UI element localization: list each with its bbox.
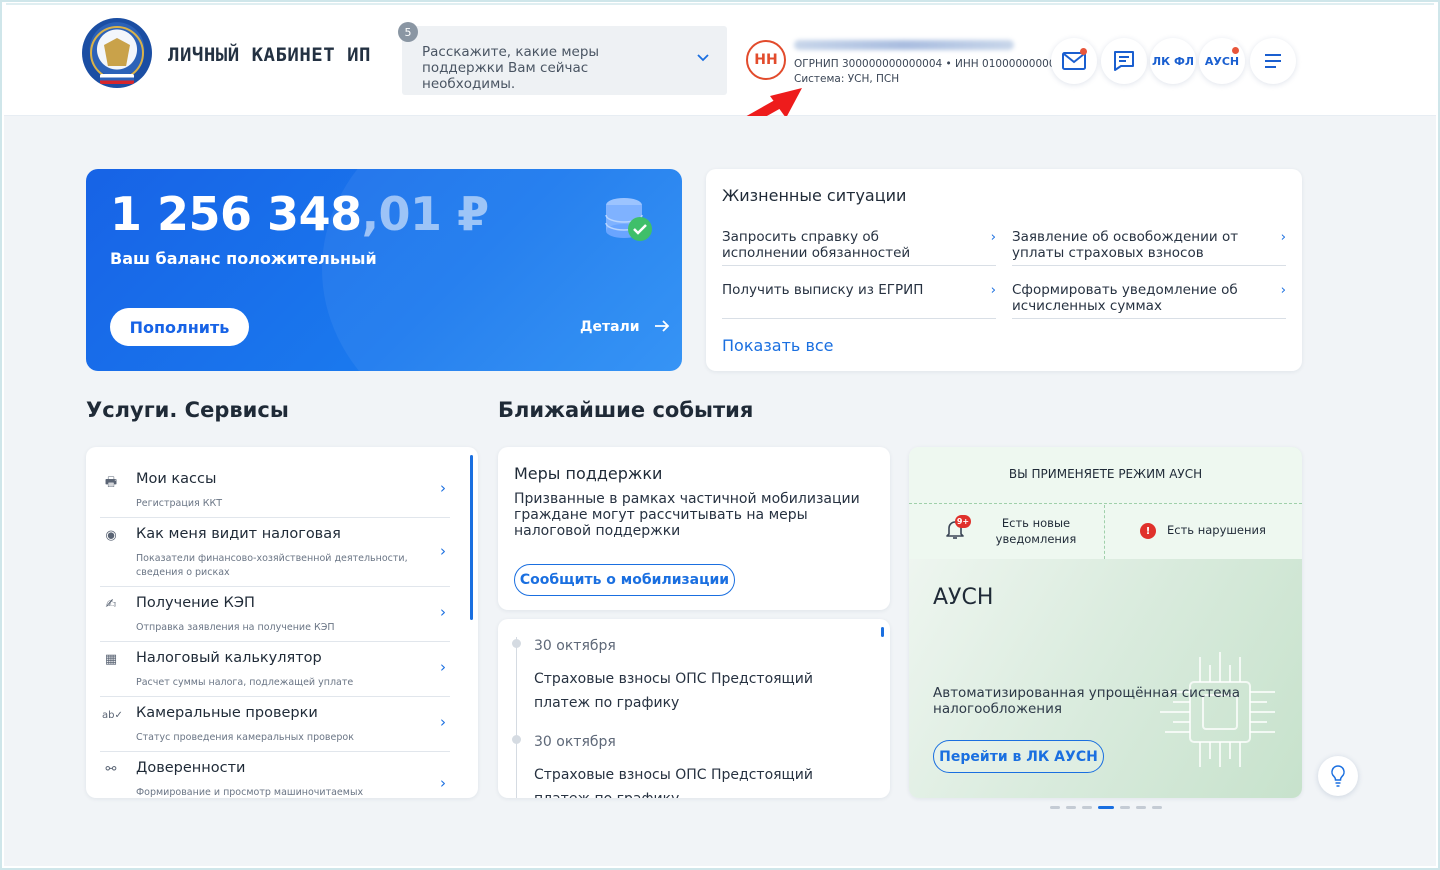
pager-dot[interactable] bbox=[1136, 806, 1146, 809]
brand-title: ЛИЧНЫЙ КАБИНЕТ ИП bbox=[168, 44, 371, 66]
measures-text: Призванные в рамках частичной мобилизаци… bbox=[514, 491, 860, 539]
menu-button[interactable] bbox=[1250, 38, 1296, 84]
cash-register-icon: 🖶 bbox=[104, 475, 118, 490]
new-notifications-link[interactable]: Есть новые уведомления bbox=[991, 515, 1081, 547]
list-item[interactable]: ▦ Налоговый калькулятор Расчет суммы нал… bbox=[100, 650, 450, 697]
balance-card: 1 256 348,01 ₽ Ваш баланс положительный … bbox=[86, 169, 682, 371]
list-item[interactable]: 🖶 Мои кассы Регистрация ККТ › bbox=[100, 471, 450, 518]
hamburger-icon bbox=[1265, 54, 1281, 68]
event-date: 30 октября bbox=[534, 734, 616, 750]
chevron-down-icon[interactable] bbox=[697, 50, 709, 66]
chevron-right-icon: › bbox=[440, 479, 446, 497]
event-date: 30 октября bbox=[534, 638, 616, 654]
face-search-icon: ◉ bbox=[105, 528, 117, 543]
event-description[interactable]: Страховые взносы ОПС Предстоящий платеж … bbox=[534, 763, 864, 798]
services-scrollbar[interactable] bbox=[470, 455, 473, 620]
chevron-right-icon: › bbox=[440, 658, 446, 676]
support-count-badge: 5 bbox=[398, 22, 418, 42]
events-title: Ближайшие события bbox=[498, 398, 754, 422]
calculator-icon: ▦ bbox=[104, 652, 118, 667]
avatar[interactable]: НН bbox=[746, 40, 786, 80]
life-item[interactable]: Заявление об освобождении от уплаты стра… bbox=[1012, 229, 1286, 266]
support-prompt-text: Расскажите, какие меры поддержки Вам сей… bbox=[422, 44, 600, 92]
report-mobilization-button[interactable]: Сообщить о мобилизации bbox=[514, 564, 735, 596]
ausn-button-label: АУСН bbox=[1204, 54, 1240, 68]
pager-dot[interactable] bbox=[1120, 806, 1130, 809]
ausn-button[interactable]: АУСН bbox=[1199, 38, 1245, 84]
handshake-icon: ⚯ bbox=[105, 762, 117, 777]
show-all-link[interactable]: Показать все bbox=[722, 336, 834, 355]
chevron-right-icon: › bbox=[990, 282, 996, 298]
chevron-right-icon: › bbox=[1280, 229, 1286, 245]
chevron-right-icon: › bbox=[1280, 282, 1286, 298]
fns-logo[interactable] bbox=[82, 18, 152, 88]
chat-icon bbox=[1114, 51, 1134, 71]
ausn-title: АУСН bbox=[933, 585, 994, 610]
pager-dot[interactable] bbox=[1152, 806, 1162, 809]
topup-button[interactable]: Пополнить bbox=[110, 308, 249, 346]
support-measures-card: Меры поддержки Призванные в рамках части… bbox=[498, 447, 890, 610]
mail-button[interactable] bbox=[1051, 38, 1097, 84]
list-item[interactable]: ab✓ Камеральные проверки Статус проведен… bbox=[100, 705, 450, 752]
ausn-mode-label: ВЫ ПРИМЕНЯЕТЕ РЕЖИМ АУСН bbox=[1008, 467, 1203, 481]
services-title: Услуги. Сервисы bbox=[86, 398, 289, 422]
header: ЛИЧНЫЙ КАБИНЕТ ИП 5 Расскажите, какие ме… bbox=[4, 6, 1436, 116]
pager-dot[interactable] bbox=[1082, 806, 1092, 809]
list-item[interactable]: ⚯ Доверенности Формирование и просмотр м… bbox=[100, 760, 450, 798]
ausn-notification-dot bbox=[1232, 47, 1239, 54]
measures-title: Меры поддержки bbox=[514, 464, 663, 483]
balance-amount: 1 256 348,01 ₽ bbox=[110, 187, 489, 241]
chevron-right-icon: › bbox=[440, 774, 446, 792]
life-item[interactable]: Получить выписку из ЕГРИП › bbox=[722, 282, 996, 319]
pager-dot[interactable] bbox=[1066, 806, 1076, 809]
life-situations-title: Жизненные ситуации bbox=[722, 186, 907, 205]
event-description[interactable]: Страховые взносы ОПС Предстоящий платеж … bbox=[534, 667, 864, 715]
top-border bbox=[6, 3, 1434, 5]
arrow-right-icon bbox=[655, 320, 670, 332]
signature-icon: ✍ bbox=[105, 597, 117, 612]
go-to-ausn-button[interactable]: Перейти в ЛК АУСН bbox=[933, 740, 1104, 773]
alert-icon: ! bbox=[1140, 523, 1156, 539]
coins-check-icon bbox=[605, 198, 652, 241]
carousel-pager bbox=[1050, 806, 1162, 809]
details-link[interactable]: Детали bbox=[580, 319, 670, 335]
lightbulb-icon bbox=[1331, 765, 1345, 787]
chevron-right-icon: › bbox=[440, 603, 446, 621]
pager-dot[interactable] bbox=[1050, 806, 1060, 809]
balance-status: Ваш баланс положительный bbox=[110, 249, 377, 268]
pager-dot[interactable] bbox=[1098, 806, 1114, 809]
life-situations-card: Жизненные ситуации Запросить справку об … bbox=[706, 169, 1302, 371]
lk-fl-button[interactable]: ЛК ФЛ bbox=[1150, 38, 1196, 84]
chevron-right-icon: › bbox=[990, 229, 996, 245]
ogrn-inn: ОГРНИП 300000000000004 • ИНН 01000000000… bbox=[794, 58, 1063, 70]
mail-notification-dot bbox=[1080, 48, 1087, 55]
violations-link[interactable]: Есть нарушения bbox=[1167, 523, 1266, 537]
life-item[interactable]: Запросить справку об исполнении обязанно… bbox=[722, 229, 996, 266]
life-item[interactable]: Сформировать уведомление об исчисленных … bbox=[1012, 282, 1286, 319]
user-name-blurred bbox=[794, 40, 1014, 50]
spellcheck-icon: ab✓ bbox=[102, 710, 123, 721]
notifications-badge: 9+ bbox=[955, 515, 971, 528]
tips-button[interactable] bbox=[1318, 756, 1358, 796]
chat-button[interactable] bbox=[1101, 38, 1147, 84]
list-item[interactable]: ✍ Получение КЭП Отправка заявления на по… bbox=[100, 595, 450, 642]
ausn-card: ВЫ ПРИМЕНЯЕТЕ РЕЖИМ АУСН 9+ Есть новые у… bbox=[909, 447, 1302, 798]
support-prompt[interactable]: 5 Расскажите, какие меры поддержки Вам с… bbox=[398, 22, 727, 95]
chevron-right-icon: › bbox=[440, 713, 446, 731]
events-timeline: 30 октября Страховые взносы ОПС Предстоя… bbox=[498, 619, 890, 798]
list-item[interactable]: ◉ Как меня видит налоговая Показатели фи… bbox=[100, 526, 450, 587]
ausn-description: Автоматизированная упрощённая система на… bbox=[933, 685, 1241, 717]
events-scrollbar[interactable] bbox=[881, 627, 884, 637]
chevron-right-icon: › bbox=[440, 542, 446, 560]
services-list: 🖶 Мои кассы Регистрация ККТ › ◉ Как меня… bbox=[86, 447, 478, 798]
